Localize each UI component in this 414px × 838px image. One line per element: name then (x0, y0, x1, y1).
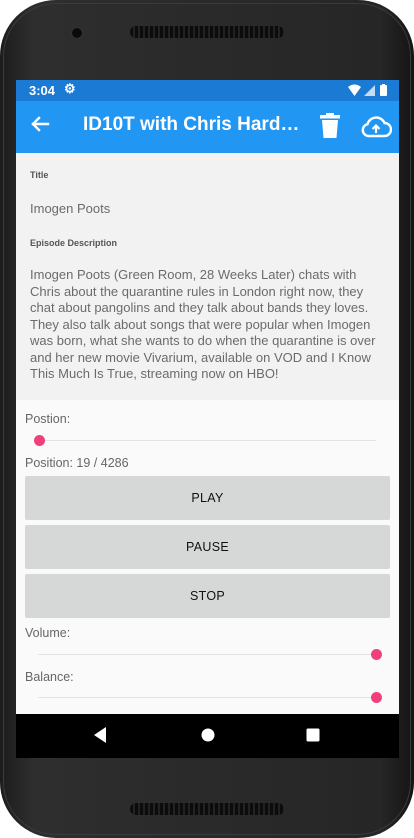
position-text: Position: 19 / 4286 (25, 456, 129, 470)
status-bar: 3:04 ⚙ (16, 80, 399, 101)
pause-button[interactable]: PAUSE (25, 525, 390, 569)
title-value: Imogen Poots (30, 201, 111, 216)
play-button[interactable]: PLAY (25, 476, 390, 520)
position-slider-track[interactable] (38, 440, 376, 441)
volume-slider-thumb[interactable] (370, 649, 382, 660)
balance-label: Balance: (25, 670, 74, 684)
navigation-bar (16, 714, 399, 758)
position-slider-thumb[interactable] (33, 435, 45, 446)
status-icons (347, 84, 391, 100)
volume-label: Volume: (25, 626, 71, 640)
position-label: Postion: (25, 412, 71, 426)
app-title: ID10T with Chris Hardwi... (83, 114, 305, 135)
back-arrow-icon[interactable] (28, 109, 52, 139)
front-camera (71, 27, 83, 39)
trash-icon[interactable] (319, 113, 341, 144)
battery-icon (380, 85, 387, 96)
episode-details: Title Imogen Poots Episode Description I… (16, 153, 399, 400)
app-bar: ID10T with Chris Hardwi... (16, 101, 399, 153)
volume-slider-track[interactable] (38, 654, 376, 655)
balance-slider-track[interactable] (38, 697, 376, 698)
signal-icon (364, 85, 375, 96)
nav-back-icon[interactable] (92, 726, 108, 749)
title-label: Title (30, 170, 49, 180)
balance-slider-thumb[interactable] (370, 692, 382, 703)
stop-button[interactable]: STOP (25, 574, 390, 618)
player-controls: Postion: Position: 19 / 4286 PLAY PAUSE … (25, 410, 390, 710)
description-label: Episode Description (30, 238, 118, 248)
wifi-icon (348, 84, 361, 96)
nav-recents-icon[interactable] (305, 726, 321, 749)
screen: 3:04 ⚙ ID10T with Chris Hardwi... Title … (16, 80, 399, 758)
bottom-speaker (130, 803, 284, 815)
top-speaker (130, 26, 284, 38)
nav-home-icon[interactable] (200, 726, 216, 749)
phone-frame: 3:04 ⚙ ID10T with Chris Hardwi... Title … (0, 0, 414, 838)
settings-icon: ⚙ (64, 81, 76, 96)
status-time: 3:04 (29, 83, 56, 98)
cloud-upload-icon[interactable] (360, 115, 393, 144)
description-value: Imogen Poots (Green Room, 28 Weeks Later… (30, 267, 376, 381)
